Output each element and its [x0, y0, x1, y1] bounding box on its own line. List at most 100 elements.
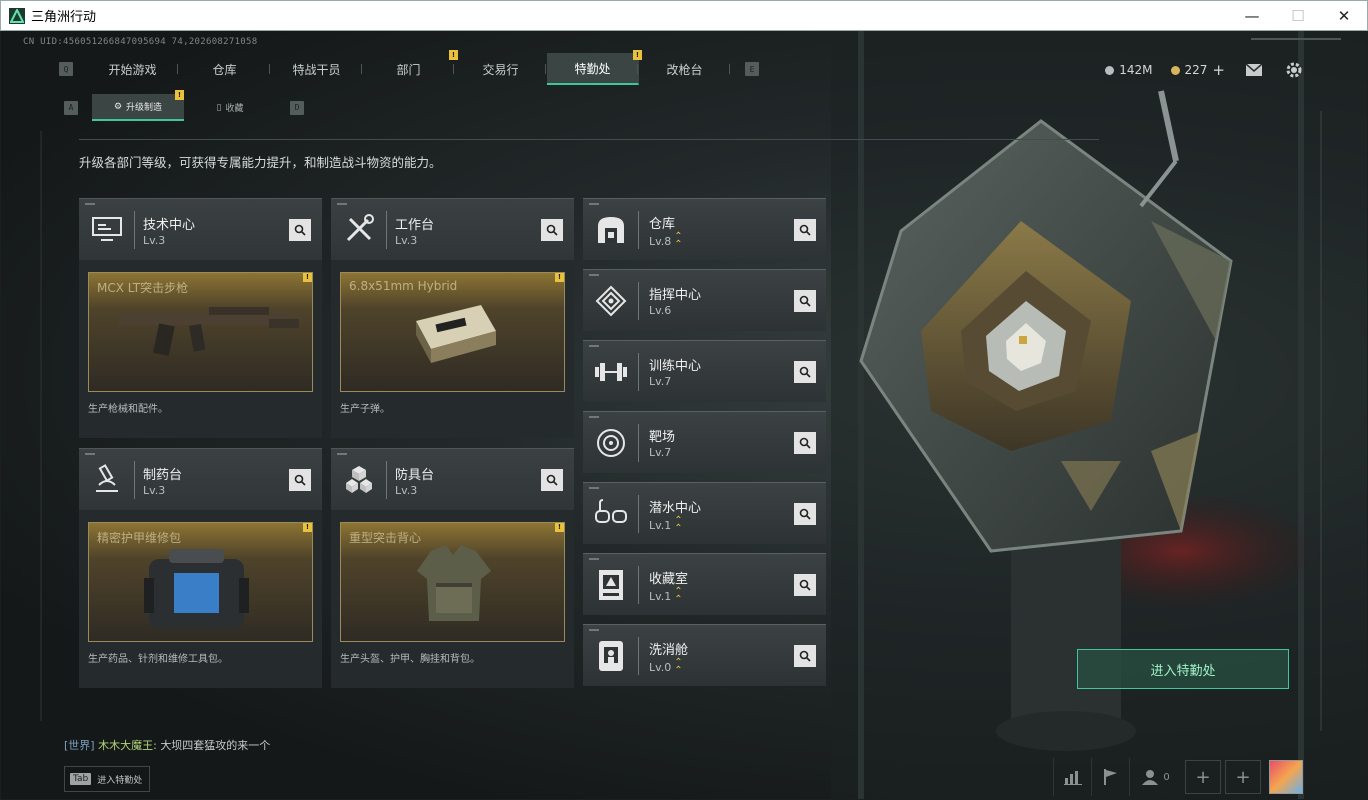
dept-level: Lv.7	[649, 375, 672, 388]
microscope-icon	[89, 461, 125, 497]
dept-name: 靶场	[649, 430, 676, 445]
add-currency-button[interactable]: +	[1212, 61, 1225, 79]
add-squad-slot-button[interactable]: +	[1185, 760, 1221, 794]
upgrade-available-icon: ⌃ ⌃	[674, 231, 682, 250]
search-icon[interactable]	[794, 645, 816, 667]
search-icon[interactable]	[794, 361, 816, 383]
dept-row-training-center[interactable]: 训练中心 Lv.7	[583, 340, 826, 402]
flag-icon[interactable]	[1091, 758, 1129, 796]
craft-item-preview[interactable]: MCX LT突击步枪 !	[88, 272, 313, 392]
add-squad-slot-button[interactable]: +	[1225, 760, 1261, 794]
dept-name: 仓库	[649, 217, 676, 232]
search-icon[interactable]	[794, 503, 816, 525]
command-icon	[593, 282, 629, 320]
tab-operators[interactable]: 特战干员	[271, 53, 363, 85]
dept-row-collection-room[interactable]: 收藏室 Lv.1 ⌃ ⌃	[583, 553, 826, 615]
resource-bar: 142M 227 +	[1105, 59, 1305, 81]
close-button[interactable]: ✕	[1321, 1, 1367, 31]
tab-label: 特战干员	[292, 62, 341, 77]
tab-label: 仓库	[212, 62, 237, 77]
subnav-next-key: D	[290, 100, 304, 115]
dept-level: Lv.6	[649, 304, 672, 317]
silver-amount: 142M	[1119, 63, 1153, 77]
monitor-icon	[89, 211, 125, 247]
dept-row-command-center[interactable]: 指挥中心 Lv.6	[583, 269, 826, 331]
subtab-upgrade-craft[interactable]: ⚙ 升级制造 !	[92, 90, 184, 121]
tab-key: Tab	[70, 773, 92, 785]
dept-card-tech-center[interactable]: 技术中心 Lv.3 MCX LT突击步枪 ! 生产枪械和配件。	[79, 198, 322, 438]
chat-channel: [世界]	[64, 739, 95, 752]
nav-next-key: E	[745, 62, 759, 76]
tab-trading[interactable]: 交易行	[455, 53, 547, 85]
dept-row-diving-center[interactable]: 潜水中心 Lv.1 ⌃ ⌃	[583, 482, 826, 544]
gold-coin-icon	[1170, 65, 1180, 75]
dept-level: Lv.3	[143, 484, 166, 497]
dept-row-decon-chamber[interactable]: 洗消舱 Lv.0 ⌃ ⌃	[583, 624, 826, 686]
tab-shortcut-hint[interactable]: Tab 进入特勤处	[64, 766, 150, 792]
enter-special-ops-button[interactable]: 进入特勤处	[1077, 649, 1289, 689]
dept-level: Lv.1	[649, 518, 672, 532]
trophy-case-icon	[593, 566, 629, 604]
maximize-button[interactable]: ☐	[1275, 1, 1321, 31]
tab-warehouse[interactable]: 仓库	[179, 53, 271, 85]
repair-kit-bag-icon	[144, 549, 249, 629]
mail-icon[interactable]	[1243, 59, 1265, 81]
dept-level: Lv.3	[143, 234, 166, 247]
window-title: 三角洲行动	[31, 10, 97, 25]
chat-message[interactable]: [世界] 木木大魔王: 大坝四套猛攻的来一个	[64, 737, 270, 753]
dept-card-workbench[interactable]: 工作台 Lv.3 6.8x51mm Hybrid ! 生产子弹。	[331, 198, 574, 438]
dept-level: Lv.1	[649, 589, 672, 603]
friends-icon	[1142, 770, 1159, 785]
friends-button[interactable]: 0	[1129, 758, 1181, 796]
chat-text: 大坝四套猛攻的来一个	[160, 739, 271, 752]
dept-name: 洗消舱	[649, 643, 689, 658]
decon-icon	[593, 637, 629, 675]
search-icon[interactable]	[541, 469, 563, 491]
diving-mask-icon	[593, 495, 629, 533]
subtab-label: 收藏	[225, 104, 244, 114]
gold-amount: 227	[1184, 63, 1208, 77]
player-avatar[interactable]	[1269, 760, 1303, 794]
sub-nav: A ⚙ 升级制造 ! ▯ 收藏 D	[64, 90, 304, 121]
search-icon[interactable]	[794, 219, 816, 241]
dept-level: Lv.3	[395, 484, 418, 497]
dept-row-warehouse[interactable]: 仓库 Lv.8 ⌃ ⌃	[583, 198, 826, 260]
search-icon[interactable]	[794, 432, 816, 454]
dept-row-shooting-range[interactable]: 靶场 Lv.7	[583, 411, 826, 473]
main-nav: Q 开始游戏 仓库 特战干员 部门! 交易行 特勤处! 改枪台 E	[59, 50, 771, 85]
tab-label: 改枪台	[666, 62, 703, 77]
friends-count: 0	[1163, 771, 1170, 783]
upgrade-available-icon: ⌃ ⌃	[674, 657, 682, 676]
warehouse-icon	[593, 211, 629, 249]
collection-icon: ▯	[216, 102, 222, 113]
tab-departments[interactable]: 部门!	[363, 50, 458, 85]
search-icon[interactable]	[794, 574, 816, 596]
search-icon[interactable]	[289, 469, 311, 491]
tab-special-ops[interactable]: 特勤处!	[547, 50, 642, 85]
tab-gunsmith[interactable]: 改枪台	[639, 53, 731, 85]
search-icon[interactable]	[541, 219, 563, 241]
game-viewport: CN UID:456051266847095694 74,20260827105…	[1, 31, 1367, 799]
subtab-label: 升级制造	[126, 103, 163, 113]
dept-card-pharmacy[interactable]: 制药台 Lv.3 精密护甲维修包 ! 生产药品、针剂和维修工具包。	[79, 448, 322, 688]
alert-badge: !	[175, 90, 184, 100]
settings-gear-icon[interactable]	[1283, 59, 1305, 81]
minimize-button[interactable]: —	[1229, 1, 1275, 31]
stats-chart-icon[interactable]	[1053, 758, 1091, 796]
dept-name: 指挥中心	[649, 288, 702, 303]
tab-start-game[interactable]: 开始游戏	[87, 53, 179, 85]
craft-item-preview[interactable]: 重型突击背心 !	[340, 522, 565, 642]
dept-description: 生产头盔、护甲、胸挂和背包。	[340, 654, 480, 665]
craft-item-preview[interactable]: 精密护甲维修包 !	[88, 522, 313, 642]
search-icon[interactable]	[794, 290, 816, 312]
dept-name: 防具台	[395, 468, 435, 483]
dept-card-armor-bench[interactable]: 防具台 Lv.3 重型突击背心 ! 生产头盔、护甲、胸挂和背包。	[331, 448, 574, 688]
bottom-toolbar: 0 + +	[1053, 758, 1303, 796]
ammo-box-icon	[416, 305, 496, 363]
search-icon[interactable]	[289, 219, 311, 241]
subtab-collection[interactable]: ▯ 收藏	[184, 94, 276, 121]
craft-item-preview[interactable]: 6.8x51mm Hybrid !	[340, 272, 565, 392]
cubes-icon	[341, 461, 377, 497]
subnav-prev-key: A	[64, 100, 78, 115]
plus-icon: +	[1235, 766, 1251, 788]
